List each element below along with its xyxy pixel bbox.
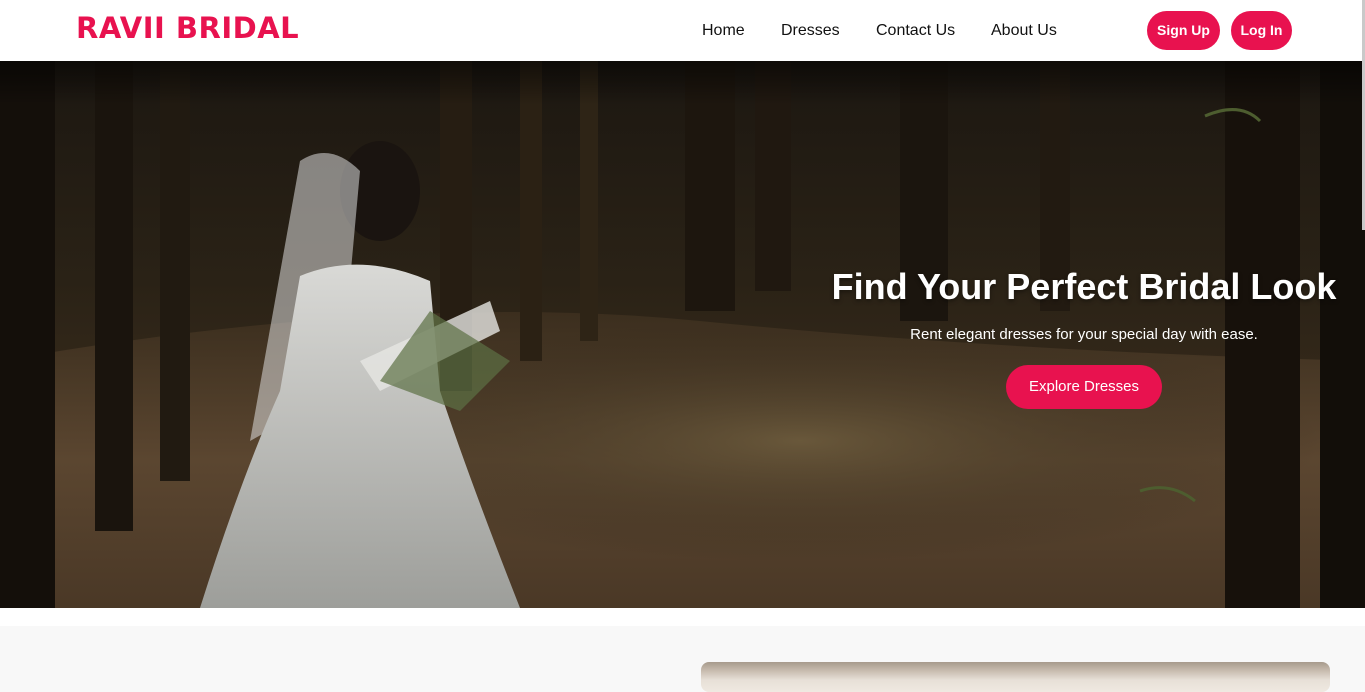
hero-banner: Find Your Perfect Bridal Look Rent elega… (0, 61, 1365, 608)
nav-link-home[interactable]: Home (702, 19, 745, 43)
top-navbar: RAVII BRIDAL Home Dresses Contact Us Abo… (0, 0, 1365, 61)
hero-content: Find Your Perfect Bridal Look Rent elega… (810, 261, 1358, 409)
sign-up-button[interactable]: Sign Up (1147, 11, 1220, 50)
explore-dresses-button[interactable]: Explore Dresses (1006, 365, 1162, 409)
hero-title: Find Your Perfect Bridal Look (831, 266, 1337, 307)
hero-subtitle: Rent elegant dresses for your special da… (910, 326, 1258, 343)
nav-link-contact-us[interactable]: Contact Us (876, 19, 955, 43)
featured-section (0, 608, 1365, 692)
log-in-button[interactable]: Log In (1231, 11, 1292, 50)
featured-image (701, 662, 1330, 692)
nav-link-about-us[interactable]: About Us (991, 19, 1057, 43)
nav-link-dresses[interactable]: Dresses (781, 19, 840, 43)
